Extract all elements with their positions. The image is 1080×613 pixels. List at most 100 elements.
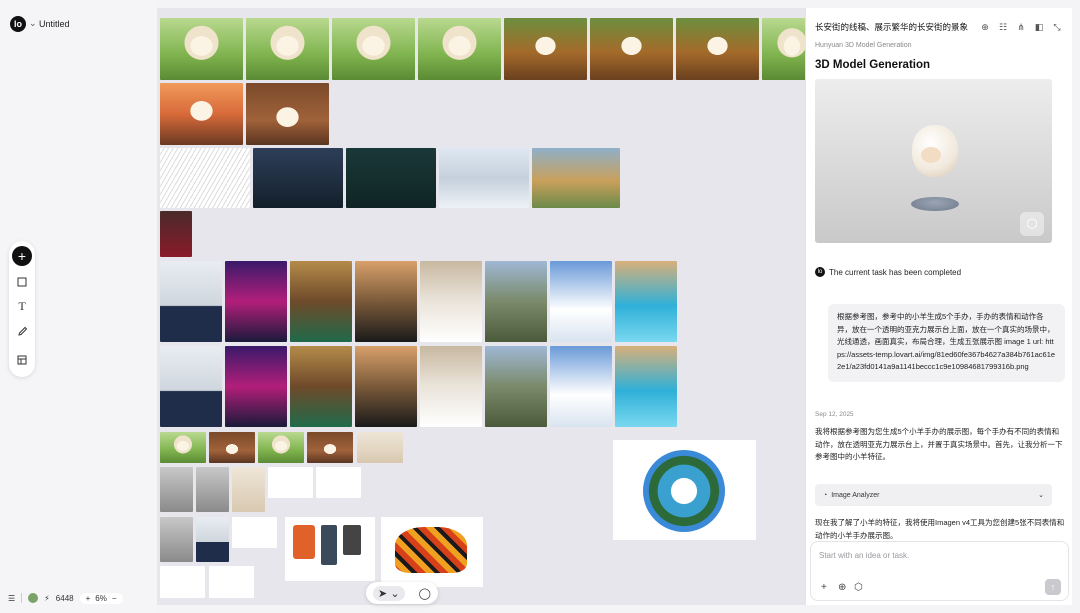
zoom-out-button[interactable]: − <box>112 594 117 603</box>
canvas-image[interactable] <box>160 566 205 598</box>
canvas-image[interactable] <box>615 346 677 427</box>
canvas-image[interactable] <box>160 346 222 427</box>
panel-title: 长安街的线稿、展示繁华的长安街的景象 <box>815 22 969 32</box>
canvas-image[interactable] <box>196 467 229 512</box>
credits-count: 6448 <box>55 593 74 603</box>
layers-icon[interactable]: ☰ <box>8 594 15 603</box>
canvas-image[interactable] <box>160 83 243 145</box>
bottom-status-bar: ☰ ⚡ 6448 + 6% − <box>8 591 123 605</box>
chevron-down-icon[interactable]: ⌄ <box>1038 491 1044 499</box>
square-icon[interactable] <box>12 272 32 292</box>
user-message: 根据参考图，参考中的小羊生成5个手办，手办的表情和动作各异，放在一个透明的亚克力… <box>828 304 1065 382</box>
canvas-image[interactable] <box>160 18 243 80</box>
canvas-image[interactable] <box>290 346 352 427</box>
canvas-image[interactable] <box>316 467 361 498</box>
new-chat-icon[interactable]: ⊕ <box>978 20 992 34</box>
canvas-image[interactable] <box>550 346 612 427</box>
pencil-icon[interactable] <box>12 321 32 341</box>
canvas-image[interactable] <box>253 148 343 208</box>
canvas-image[interactable] <box>160 148 250 208</box>
canvas-image[interactable] <box>420 346 482 427</box>
canvas-image[interactable] <box>160 467 193 512</box>
canvas-image[interactable] <box>160 432 206 463</box>
canvas-image[interactable] <box>160 211 192 257</box>
plus-icon[interactable]: + <box>12 246 32 266</box>
canvas-image[interactable] <box>225 346 287 427</box>
canvas-image[interactable] <box>246 83 329 145</box>
app-window: lo ⌄ Untitled + T ☰ ⚡ 6448 + 6% − ➤ ⌄ ◯ … <box>0 0 1080 613</box>
canvas-image[interactable] <box>196 517 229 562</box>
zoom-in-button[interactable]: + <box>86 594 91 603</box>
chat-input[interactable]: Start with an idea or task. <box>819 551 909 560</box>
frame-icon[interactable] <box>12 350 32 370</box>
canvas-image[interactable] <box>485 261 547 342</box>
canvas-image[interactable] <box>420 261 482 342</box>
history-icon[interactable]: ☷ <box>996 20 1010 34</box>
cursor-arrow-icon[interactable]: ➤ ⌄ <box>373 585 405 601</box>
canvas-image[interactable] <box>209 566 254 598</box>
cube-icon[interactable]: ⬡ <box>1020 212 1044 236</box>
canvas-image[interactable] <box>590 18 673 80</box>
canvas-image[interactable] <box>258 432 304 463</box>
canvas-image[interactable] <box>418 18 501 80</box>
canvas-image[interactable] <box>268 467 313 498</box>
chat-panel: 长安街的线稿、展示繁华的长安街的景象 ⊕ ☷ ⋔ ◧ ⤡ Hunyuan 3D … <box>805 8 1072 605</box>
canvas-image[interactable] <box>232 517 277 548</box>
canvas-image[interactable] <box>615 261 677 342</box>
plus-icon[interactable]: + <box>821 582 827 593</box>
canvas-image[interactable] <box>550 261 612 342</box>
left-area: lo ⌄ Untitled + T ☰ ⚡ 6448 + 6% − <box>0 0 157 613</box>
cube-icon[interactable]: ⬡ <box>854 582 863 593</box>
text-icon[interactable]: T <box>12 296 32 316</box>
model-heading: 3D Model Generation <box>815 59 931 71</box>
zoom-control: + 6% − <box>79 592 123 604</box>
message-composer[interactable]: Start with an idea or task. + ⊕ ⬡ ↑ <box>810 541 1069 601</box>
canvas-image[interactable] <box>504 18 587 80</box>
pants-graphic <box>321 525 337 565</box>
canvas-image[interactable] <box>355 346 417 427</box>
message-date: Sep 12, 2025 <box>815 411 854 418</box>
canvas-image[interactable] <box>532 148 620 208</box>
share-icon[interactable]: ⋔ <box>1014 20 1028 34</box>
canvas[interactable] <box>157 8 805 605</box>
collapse-icon[interactable]: ⤡ <box>1050 20 1064 34</box>
globe-icon[interactable]: ⊕ <box>838 582 846 593</box>
expand-panel-icon[interactable]: ◧ <box>1032 20 1046 34</box>
canvas-image[interactable] <box>232 467 265 512</box>
canvas-image[interactable] <box>355 261 417 342</box>
chevron-down-icon[interactable]: ⌄ <box>29 18 37 29</box>
assistant-message: 我将根据参考图为您生成5个小羊手办的展示图，每个手办有不同的表情和动作，放在透明… <box>815 427 1063 461</box>
canvas-image[interactable] <box>209 432 255 463</box>
jacket-graphic <box>293 525 315 559</box>
canvas-image[interactable] <box>346 148 436 208</box>
completed-text: The current task has been completed <box>829 267 962 277</box>
zoom-level[interactable]: 6% <box>95 594 107 603</box>
assistant-logo: lo <box>815 267 825 277</box>
app-logo[interactable]: lo <box>10 16 26 32</box>
canvas-image[interactable] <box>676 18 759 80</box>
canvas-image[interactable] <box>160 517 193 562</box>
canvas-image[interactable] <box>290 261 352 342</box>
canvas-image[interactable] <box>381 517 483 587</box>
canvas-image[interactable] <box>613 440 756 540</box>
canvas-image[interactable] <box>439 148 529 208</box>
canvas-image[interactable] <box>285 517 375 581</box>
tool-card-image-analyzer[interactable]: ◔ Image Analyzer ⌄ <box>815 484 1052 506</box>
canvas-image[interactable] <box>485 346 547 427</box>
task-status: lo The current task has been completed <box>815 267 961 277</box>
3d-model-preview[interactable]: ⬡ <box>815 79 1052 243</box>
canvas-image[interactable] <box>762 18 805 80</box>
comment-icon[interactable]: ◯ <box>419 587 431 600</box>
canvas-image[interactable] <box>357 432 403 463</box>
canvas-toolbar: ➤ ⌄ ◯ <box>366 582 438 604</box>
canvas-image[interactable] <box>246 18 329 80</box>
canvas-image[interactable] <box>307 432 353 463</box>
canvas-image[interactable] <box>225 261 287 342</box>
project-title[interactable]: Untitled <box>39 19 70 29</box>
chat-thread: Hunyuan 3D Model Generation 3D Model Gen… <box>806 42 1072 544</box>
canvas-image[interactable] <box>332 18 415 80</box>
avatar[interactable] <box>28 593 39 603</box>
canvas-image[interactable] <box>160 261 222 342</box>
send-button[interactable]: ↑ <box>1045 579 1061 595</box>
scarf-graphic <box>395 527 467 573</box>
